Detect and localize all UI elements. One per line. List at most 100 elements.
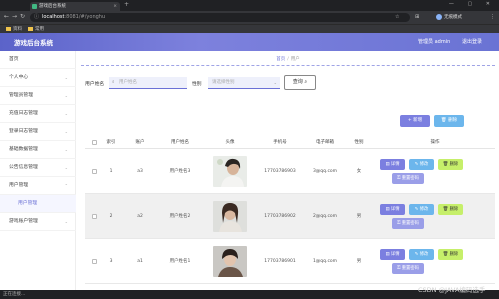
cell-index: 2 xyxy=(109,213,113,219)
app-title: 游戏后台系统 xyxy=(14,39,53,47)
app: 游戏后台系统 管理员 admin 退出登录 首页 个人中心 ⌄ 管理员管理 ⌄ 充值… xyxy=(0,33,499,299)
sidebar-item-base-data[interactable]: 基础数据管理 ⌄ xyxy=(0,141,76,159)
cell-email: 1@qq.com xyxy=(312,258,338,264)
batch-delete-button[interactable]: 🗑 删除 xyxy=(434,115,464,127)
folder-icon xyxy=(28,26,33,31)
window-controls[interactable]: — ▢ ✕ xyxy=(449,1,496,7)
col-avatar: 头像 xyxy=(225,140,235,145)
col-account: 账户 xyxy=(135,140,145,145)
col-actions: 操作 xyxy=(430,140,440,145)
gender-label: 性别 xyxy=(192,82,202,87)
cell-phone: 17703786901 xyxy=(264,258,296,264)
edit-button[interactable]: ✎ 修改 xyxy=(409,159,434,170)
avatar-image[interactable] xyxy=(213,246,247,277)
chevron-up-icon: ⌃ xyxy=(64,183,68,188)
cell-avatar xyxy=(205,149,255,194)
cell-account: a1 xyxy=(137,258,143,264)
detail-button[interactable]: ▤ 详情 xyxy=(380,159,405,170)
sidebar-item-admins[interactable]: 管理员管理 ⌄ xyxy=(0,87,76,105)
close-tab-icon[interactable]: × xyxy=(113,2,117,11)
row-checkbox[interactable] xyxy=(92,259,97,264)
cell-gender: 女 xyxy=(356,168,362,174)
trash-icon: 🗑 xyxy=(442,252,450,257)
row-checkbox[interactable] xyxy=(92,214,97,219)
url-host: localhost xyxy=(42,14,65,20)
cell-index: 3 xyxy=(109,258,113,264)
detail-button[interactable]: ▤ 详情 xyxy=(380,249,405,260)
sidebar-item-game-accounts[interactable]: 游戏账户管理 ⌄ xyxy=(0,213,76,231)
address-bar[interactable]: ⓘ localhost:8081/#/yonghu xyxy=(30,13,410,22)
col-email: 电子邮箱 xyxy=(316,140,334,145)
cell-email: 2@qq.com xyxy=(312,213,338,219)
extension-icon[interactable]: ⊞ xyxy=(415,14,419,20)
sidebar-item-profile[interactable]: 个人中心 ⌄ xyxy=(0,69,76,87)
new-tab-icon[interactable]: + xyxy=(124,1,129,8)
name-search-input[interactable]: ⌕ 用户姓名 xyxy=(109,77,187,89)
avatar-image[interactable] xyxy=(213,201,247,232)
reset-password-button[interactable]: ⚿ 重置密码 xyxy=(392,263,424,274)
star-icon[interactable]: ☆ xyxy=(395,14,399,20)
search-icon: ⌕ xyxy=(112,80,115,85)
bookmark-item[interactable]: 资料 xyxy=(6,26,22,33)
avatar-image[interactable] xyxy=(213,156,247,187)
cell-name: 用户姓名3 xyxy=(169,168,191,174)
cell-gender: 男 xyxy=(356,213,362,219)
cell-index: 1 xyxy=(109,168,113,174)
delete-button[interactable]: 🗑 删除 xyxy=(438,204,463,215)
bookmarks-bar: 资料 常用 xyxy=(0,24,499,33)
sidebar-item-notices[interactable]: 公告信息管理 ⌄ xyxy=(0,159,76,177)
browser-tab-bar: 游戏后台系统 × + — ▢ ✕ xyxy=(0,0,499,11)
avatar xyxy=(436,13,442,20)
browser-tab-title: 游戏后台系统 xyxy=(39,4,66,9)
delete-button[interactable]: 🗑 删除 xyxy=(438,159,463,170)
trash-icon: 🗑 xyxy=(442,162,450,167)
menu-icon[interactable]: ⋮ xyxy=(490,14,495,20)
sidebar-item-login-log[interactable]: 登录日志管理 ⌄ xyxy=(0,123,76,141)
edit-button[interactable]: ✎ 修改 xyxy=(409,249,434,260)
app-header: 游戏后台系统 管理员 admin 退出登录 xyxy=(0,33,499,51)
reset-password-button[interactable]: ⚿ 重置密码 xyxy=(392,173,424,184)
divider xyxy=(81,65,495,66)
table-row: 2 a2 用户姓名2 17703786902 2@qq.com 男 ▤ 详情 ✎… xyxy=(85,194,495,239)
detail-button[interactable]: ▤ 详情 xyxy=(380,204,405,215)
main-content: 首页 / 用户 用户姓名 ⌕ 用户姓名 性别 请选择性别 ⌄ 查询 ⌕ + 新增 🗑 删… xyxy=(77,51,499,299)
chevron-down-icon: ⌄ xyxy=(64,111,68,116)
name-label: 用户姓名 xyxy=(85,82,105,87)
logout-button[interactable]: 退出登录 xyxy=(462,38,482,45)
add-button[interactable]: + 新增 xyxy=(400,115,430,127)
cell-avatar xyxy=(205,239,255,284)
reset-password-button[interactable]: ⚿ 重置密码 xyxy=(392,218,424,229)
sidebar-item-home[interactable]: 首页 xyxy=(0,51,76,69)
info-icon: ⓘ xyxy=(34,14,40,20)
chevron-down-icon: ⌄ xyxy=(64,93,68,98)
trash-icon: 🗑 xyxy=(440,118,449,123)
chevron-down-icon: ⌄ xyxy=(64,129,68,134)
col-gender: 性别 xyxy=(354,140,364,145)
gender-select[interactable]: 请选择性别 ⌄ xyxy=(208,77,280,89)
sidebar-item-recharge-log[interactable]: 充值日志管理 ⌄ xyxy=(0,105,76,123)
cell-name: 用户姓名1 xyxy=(169,258,191,264)
breadcrumb-home[interactable]: 首页 xyxy=(276,57,285,62)
chevron-down-icon: ⌄ xyxy=(64,165,68,170)
query-button[interactable]: 查询 ⌕ xyxy=(284,75,316,90)
breadcrumb: 首页 / 用户 xyxy=(276,57,300,62)
sidebar-subitem-users[interactable]: 用户管理 xyxy=(0,195,76,213)
col-name: 用户姓名 xyxy=(171,140,189,145)
bookmark-item[interactable]: 常用 xyxy=(28,26,44,33)
edit-button[interactable]: ✎ 修改 xyxy=(409,204,434,215)
reload-icon[interactable]: ↻ xyxy=(20,13,25,20)
profile-button[interactable]: 无痕模式 xyxy=(436,13,462,22)
browser-nav-bar: ← → ↻ ⓘ localhost:8081/#/yonghu ☆ ⊞ 无痕模式… xyxy=(0,11,499,24)
browser-tab[interactable]: 游戏后台系统 × xyxy=(30,2,120,11)
delete-button[interactable]: 🗑 删除 xyxy=(438,249,463,260)
back-icon[interactable]: ← xyxy=(4,13,9,20)
profile-label: 无痕模式 xyxy=(444,15,462,20)
row-checkbox[interactable] xyxy=(92,169,97,174)
select-all-checkbox[interactable] xyxy=(92,140,97,145)
user-label: 管理员 admin xyxy=(418,39,451,45)
chevron-down-icon: ⌄ xyxy=(273,80,277,85)
chevron-down-icon: ⌄ xyxy=(64,75,68,80)
forward-icon[interactable]: → xyxy=(12,13,17,20)
col-phone: 手机号 xyxy=(273,140,287,145)
sidebar-item-users[interactable]: 用户管理 ⌃ xyxy=(0,177,76,195)
